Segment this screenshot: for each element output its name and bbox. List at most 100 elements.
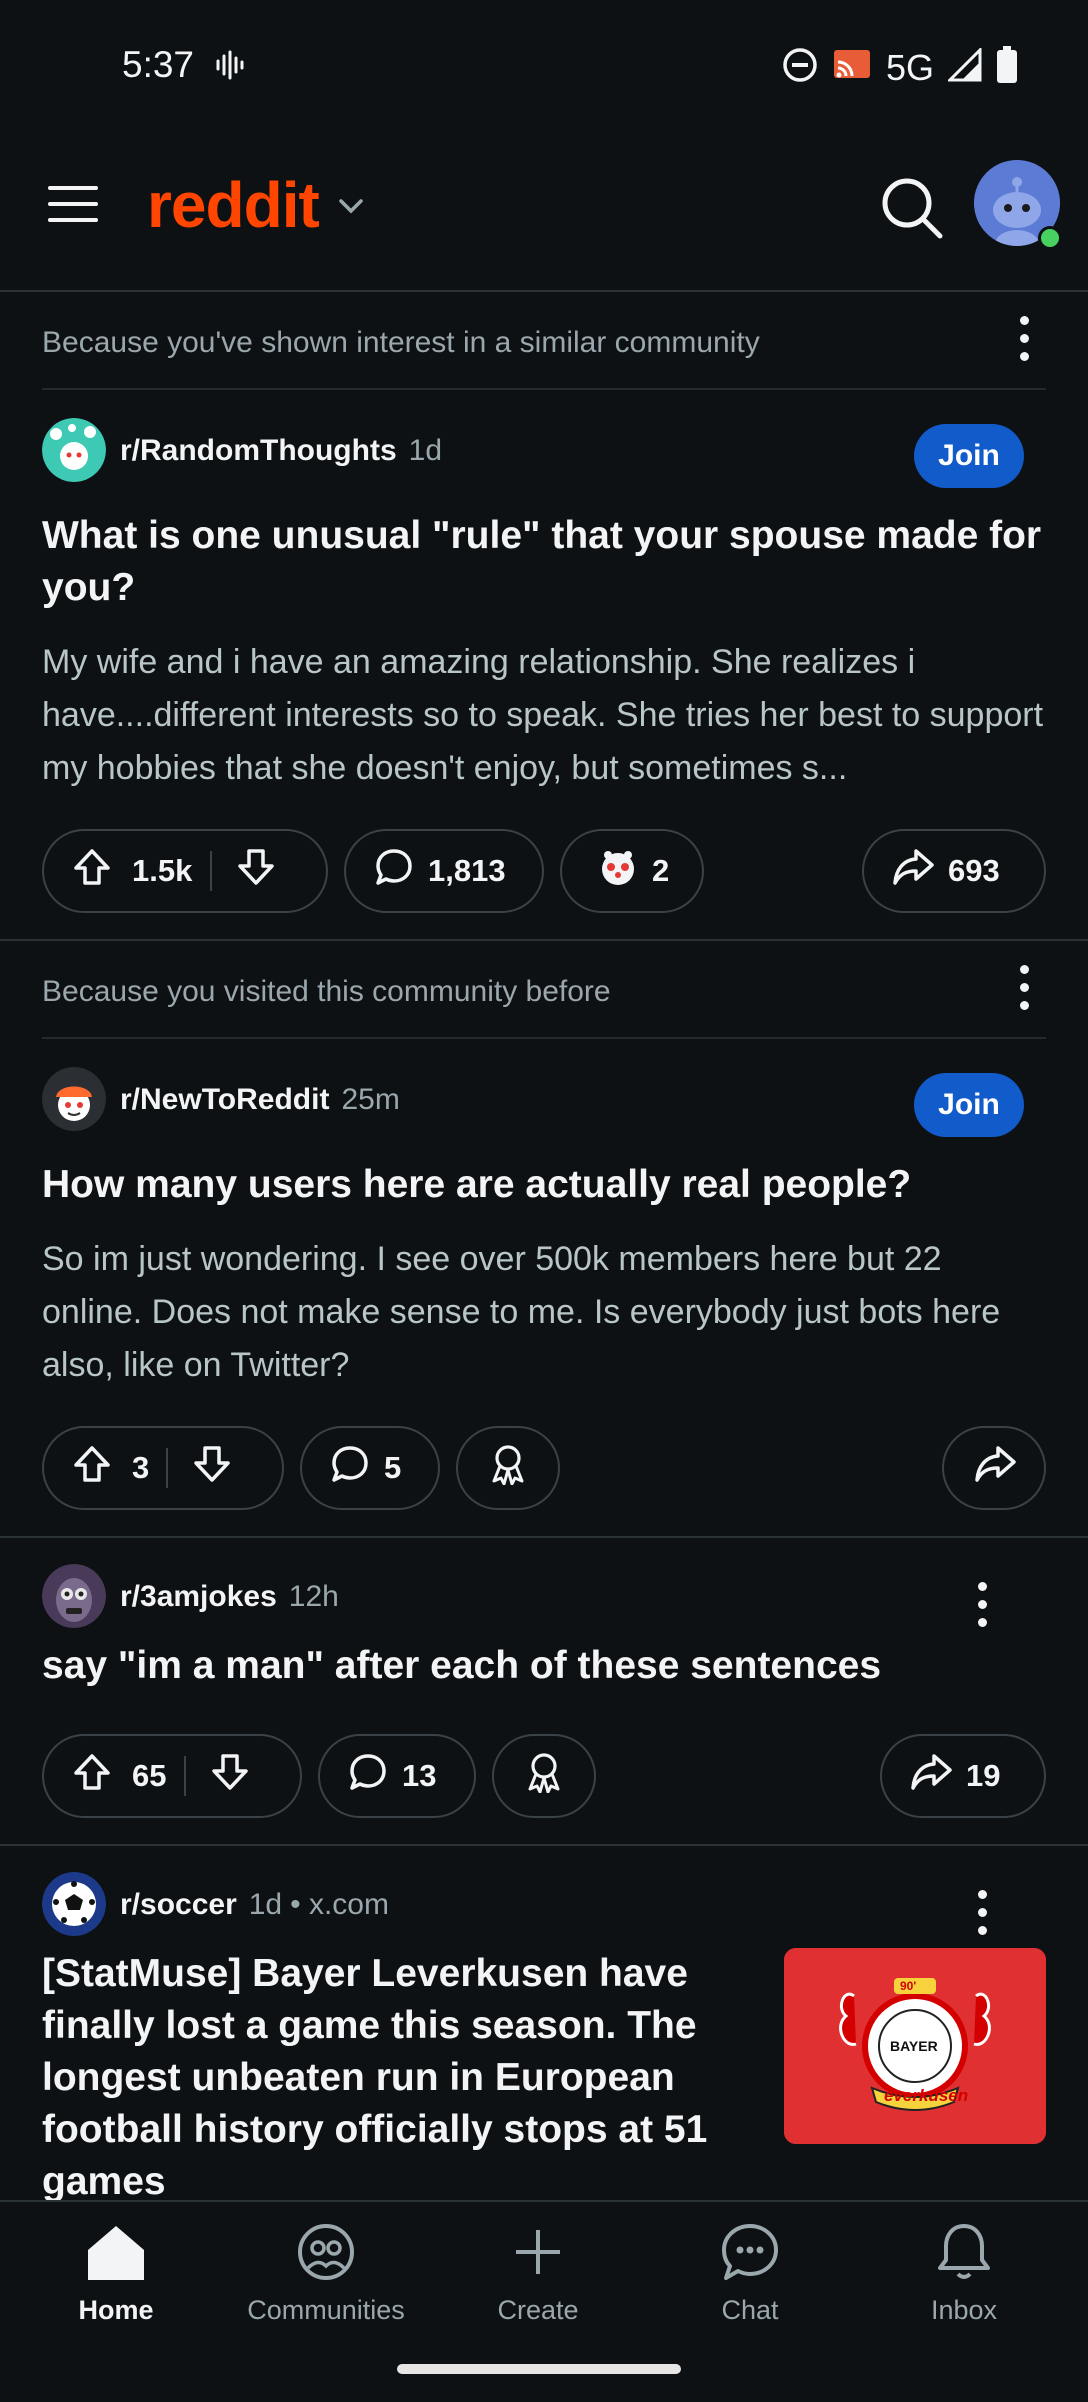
post-body[interactable]: My wife and i have an amazing relationsh… [42, 636, 1046, 795]
vote-count: 3 [132, 1450, 150, 1485]
vote-divider [166, 1448, 168, 1488]
recommendation-reason: Because you've shown interest in a simil… [42, 292, 1046, 390]
bell-icon [932, 2224, 996, 2286]
comment-count: 1,813 [428, 853, 506, 888]
upvote-icon[interactable] [72, 847, 112, 895]
subreddit-name[interactable]: r/NewToReddit 25m [120, 1083, 400, 1117]
link-domain[interactable]: • x.com [290, 1888, 389, 1921]
nav-create[interactable]: Create [438, 2222, 638, 2326]
award-button[interactable] [492, 1734, 596, 1818]
share-button[interactable] [942, 1426, 1046, 1510]
upvote-icon[interactable] [72, 1444, 112, 1492]
vote-divider [184, 1756, 186, 1796]
share-icon [892, 847, 934, 895]
share-count: 19 [966, 1758, 1001, 1793]
nav-home[interactable]: Home [16, 2222, 216, 2326]
online-status-dot [1038, 226, 1062, 250]
post-title[interactable]: What is one unusual "rule" that your spo… [42, 510, 1046, 614]
chat-icon [718, 2224, 782, 2286]
post-age: 1d [408, 434, 443, 467]
downvote-icon[interactable] [236, 847, 276, 895]
post-card[interactable]: r/soccer 1d • x.com [StatMuse] Bayer Lever… [0, 1846, 1088, 2208]
join-button[interactable]: Join [914, 424, 1024, 488]
downvote-icon[interactable] [210, 1752, 250, 1800]
comments-button[interactable]: 5 [300, 1426, 440, 1510]
more-options-icon[interactable] [978, 1890, 988, 1944]
subreddit-avatar[interactable] [42, 418, 106, 482]
post-actions: 1.5k 1,813 2 693 [42, 829, 1046, 917]
comment-icon [330, 1444, 370, 1492]
post-title[interactable]: How many users here are actually real pe… [42, 1159, 1046, 1211]
network-type: 5G [885, 46, 934, 88]
home-icon [84, 2226, 148, 2286]
award-ribbon-icon [524, 1751, 564, 1801]
communities-icon [294, 2224, 358, 2286]
vote-count: 65 [132, 1758, 167, 1793]
plus-icon [506, 2230, 570, 2286]
post-card[interactable]: r/RandomThoughts 1d Join What is one unus… [0, 390, 1088, 939]
award-button[interactable]: 2 [560, 829, 704, 913]
subreddit-avatar[interactable] [42, 1067, 106, 1131]
more-options-icon[interactable] [978, 1582, 988, 1636]
search-icon[interactable] [880, 176, 944, 245]
nav-inbox[interactable]: Inbox [864, 2222, 1064, 2326]
nav-label: Create [497, 2295, 579, 2325]
post-age: 25m [341, 1083, 400, 1116]
post-title[interactable]: [StatMuse] Bayer Leverkusen have finally… [42, 1948, 742, 2208]
post-card[interactable]: r/NewToReddit 25m Join How many users her… [0, 1039, 1088, 1536]
post-body[interactable]: So im just wondering. I see over 500k me… [42, 1233, 1046, 1392]
nav-chat[interactable]: Chat [650, 2222, 850, 2326]
more-options-icon[interactable] [1020, 965, 1030, 1019]
upvote-icon[interactable] [72, 1752, 112, 1800]
battery-icon [996, 46, 1018, 89]
more-options-icon[interactable] [1020, 316, 1030, 370]
comment-icon [348, 1752, 388, 1800]
post-actions: 65 13 19 [42, 1734, 1046, 1822]
app-bar: reddit [0, 140, 1088, 292]
post-age: 1d [248, 1888, 283, 1921]
share-button[interactable]: 19 [880, 1734, 1046, 1818]
status-bar: 5:37 5G [0, 0, 1088, 130]
sound-wave-icon [214, 50, 244, 85]
subreddit-avatar[interactable] [42, 1872, 106, 1936]
post-title[interactable]: say "im a man" after each of these sente… [42, 1640, 1046, 1692]
comment-count: 13 [402, 1758, 437, 1793]
comments-button[interactable]: 1,813 [344, 829, 544, 913]
recommendation-reason: Because you visited this community befor… [42, 941, 1046, 1039]
thumbnail-text: BAYER [890, 2038, 938, 2054]
award-button[interactable] [456, 1426, 560, 1510]
chevron-down-icon[interactable] [338, 198, 364, 219]
post-thumbnail[interactable]: 90' BAYER everkusen [784, 1948, 1046, 2144]
hamburger-menu-icon[interactable] [48, 184, 98, 229]
comments-button[interactable]: 13 [318, 1734, 476, 1818]
award-icon [598, 847, 638, 895]
nav-label: Communities [247, 2295, 405, 2325]
reason-text: Because you've shown interest in a simil… [42, 326, 760, 359]
vote-control: 65 [42, 1734, 302, 1818]
comment-icon [374, 847, 414, 895]
join-button[interactable]: Join [914, 1073, 1024, 1137]
subreddit-name[interactable]: r/3amjokes 12h [120, 1580, 339, 1614]
subreddit-name[interactable]: r/soccer 1d • x.com [120, 1888, 389, 1922]
nav-communities[interactable]: Communities [226, 2222, 426, 2326]
post-actions: 3 5 [42, 1426, 1046, 1514]
reddit-logo[interactable]: reddit [147, 168, 320, 242]
post-card[interactable]: r/3amjokes 12h say "im a man" after each … [0, 1538, 1088, 1844]
thumbnail-badge: 90' [900, 1979, 917, 1993]
subreddit-name[interactable]: r/RandomThoughts 1d [120, 434, 442, 468]
share-icon [974, 1444, 1016, 1492]
share-button[interactable]: 693 [862, 829, 1046, 913]
gesture-home-bar[interactable] [397, 2364, 681, 2374]
cast-icon [832, 48, 872, 87]
signal-icon [946, 46, 982, 87]
subreddit-avatar[interactable] [42, 1564, 106, 1628]
nav-label: Home [78, 2295, 154, 2325]
do-not-disturb-icon [782, 47, 818, 88]
share-icon [910, 1752, 952, 1800]
nav-label: Chat [721, 2295, 779, 2325]
share-count: 693 [948, 853, 1000, 888]
downvote-icon[interactable] [192, 1444, 232, 1492]
post-meta: r/soccer 1d • x.com [42, 1846, 1046, 1942]
clock: 5:37 [122, 44, 195, 85]
comment-count: 5 [384, 1450, 402, 1485]
